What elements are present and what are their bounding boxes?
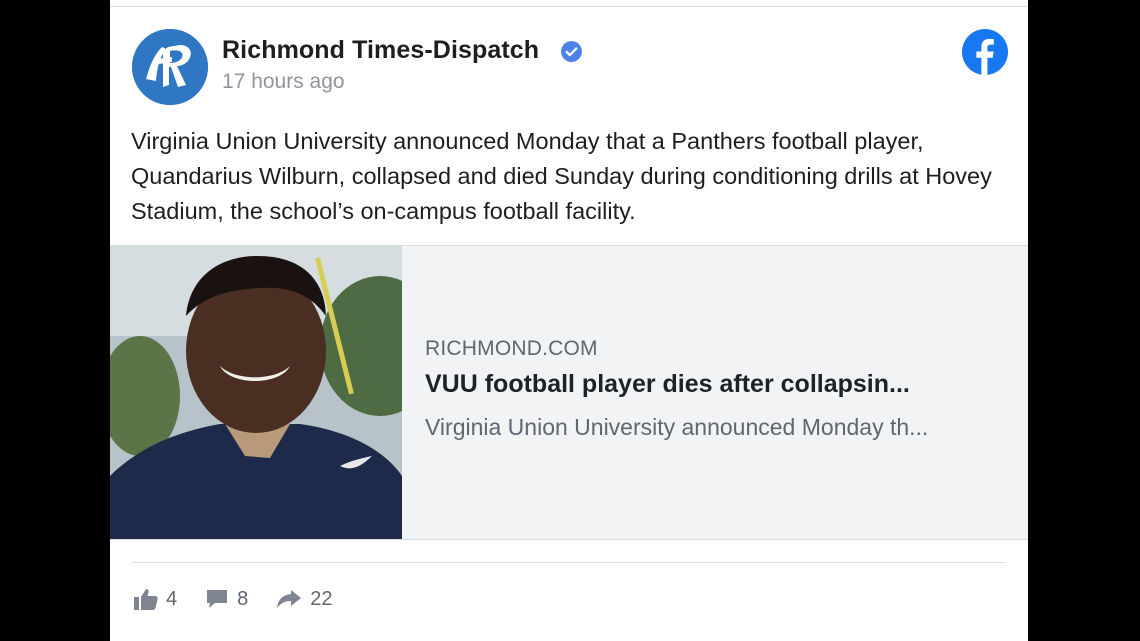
- page-avatar[interactable]: [132, 29, 208, 105]
- comment-count-value: 8: [237, 587, 249, 610]
- like-count-value: 4: [166, 587, 178, 610]
- facebook-post-card: Richmond Times-Dispatch 17 hours ago Vir…: [110, 0, 1028, 641]
- link-domain: RICHMOND.COM: [425, 337, 598, 360]
- comment-bubble-icon: [207, 590, 228, 608]
- like-count[interactable]: 4: [134, 588, 177, 611]
- link-title[interactable]: VUU football player dies after collapsin…: [425, 370, 1010, 399]
- richmond-times-dispatch-logo: [132, 29, 208, 105]
- share-count[interactable]: 22: [276, 587, 333, 611]
- thumbs-up-icon: [134, 589, 158, 610]
- link-preview-image[interactable]: [110, 246, 402, 539]
- post-timestamp[interactable]: 17 hours ago: [222, 70, 345, 94]
- verified-badge-icon: [561, 41, 582, 62]
- share-count-value: 22: [310, 587, 333, 610]
- link-description: Virginia Union University announced Mond…: [425, 414, 929, 440]
- facebook-logo-icon[interactable]: [962, 29, 1008, 75]
- player-photo: [110, 246, 402, 539]
- share-arrow-icon: [277, 590, 302, 608]
- post-text: Virginia Union University announced Mond…: [131, 128, 992, 224]
- engagement-bar: 4 8 22: [134, 585, 361, 613]
- top-divider: [110, 6, 1028, 7]
- reactions-divider: [132, 562, 1006, 563]
- link-preview-card[interactable]: RICHMOND.COM VUU football player dies af…: [110, 245, 1028, 540]
- page-name[interactable]: Richmond Times-Dispatch: [222, 36, 539, 65]
- comment-count[interactable]: 8: [205, 588, 248, 611]
